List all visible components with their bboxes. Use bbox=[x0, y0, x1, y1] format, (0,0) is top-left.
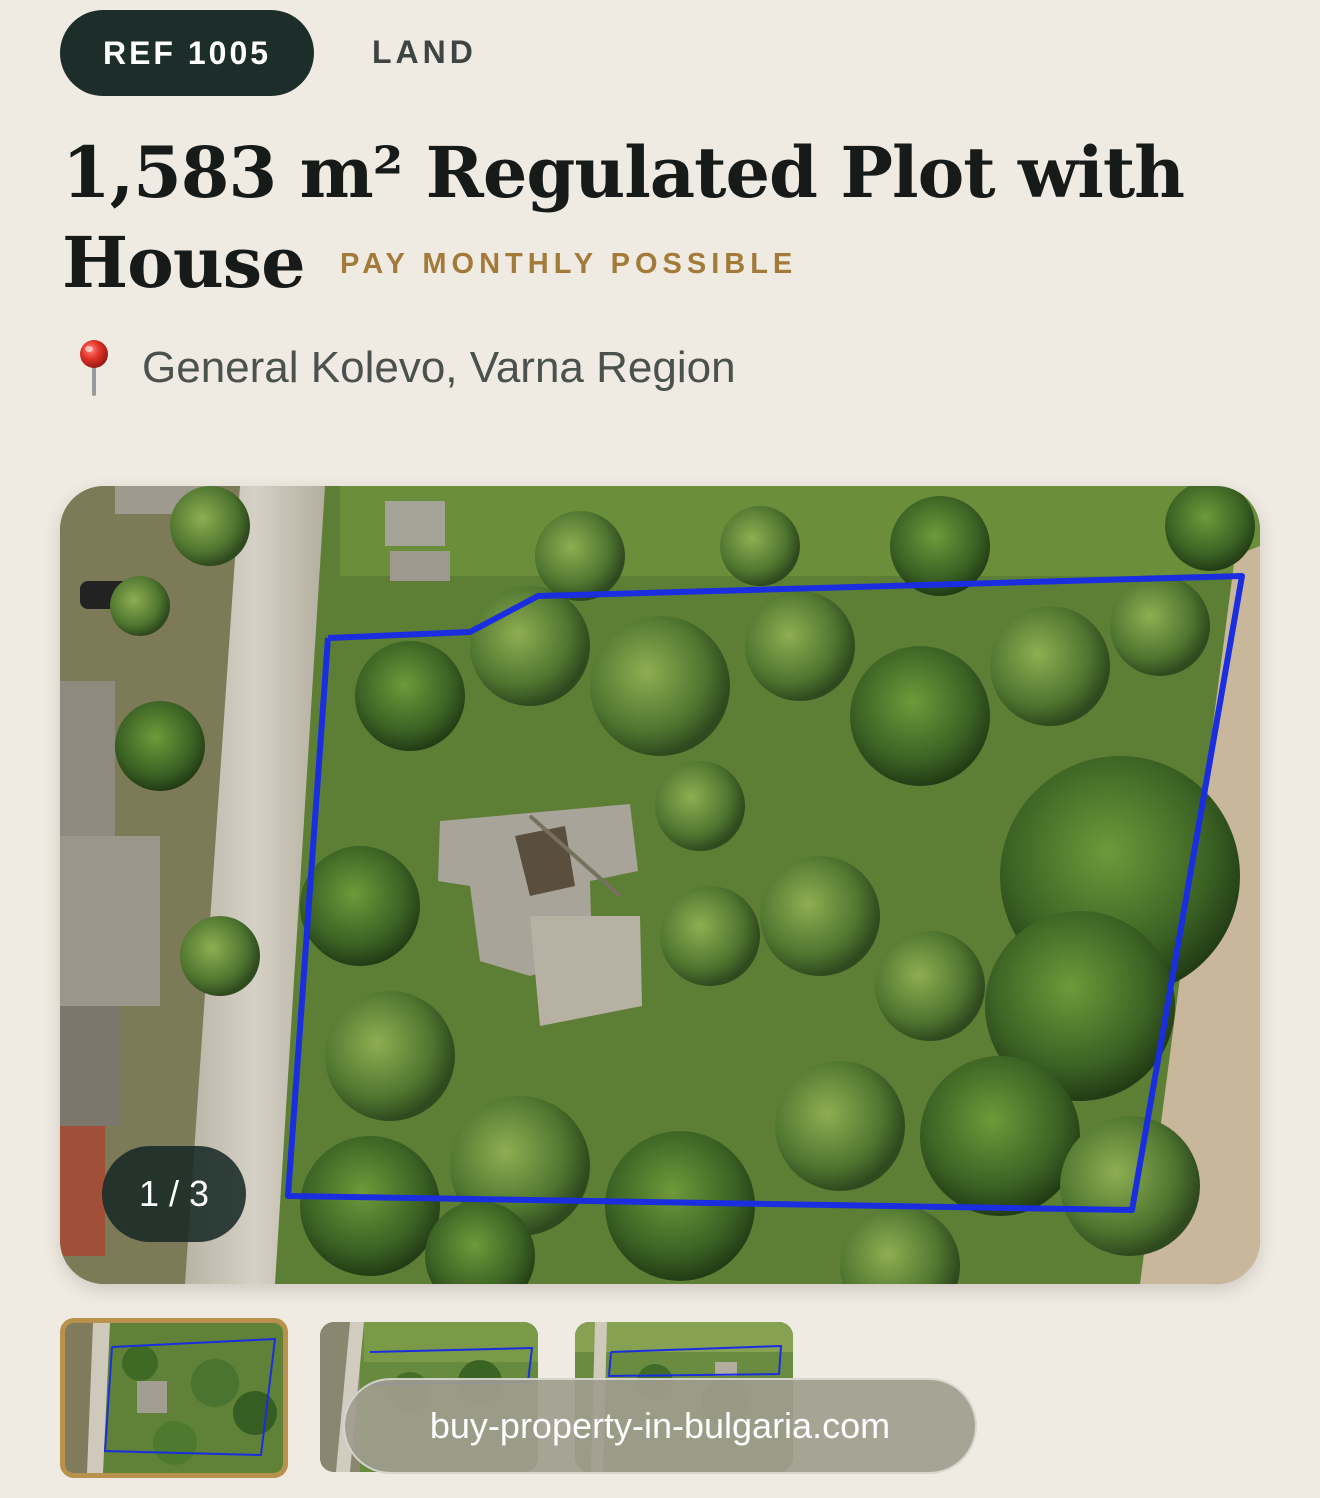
property-listing-page: REF 1005 LAND 1,583 m² Regulated Plot wi… bbox=[0, 0, 1320, 1498]
ref-label: REF 1005 bbox=[102, 34, 272, 71]
pay-monthly-badge: PAY MONTHLY POSSIBLE bbox=[340, 248, 798, 280]
pin-icon bbox=[80, 340, 108, 396]
thumbnail-1-image bbox=[65, 1323, 283, 1473]
watermark-text: buy-property-in-bulgaria.com bbox=[429, 1405, 891, 1446]
location-text: General Kolevo, Varna Region bbox=[142, 343, 736, 392]
category-label: LAND bbox=[372, 34, 477, 70]
main-photo[interactable] bbox=[60, 486, 1260, 1284]
image-counter: 1 / 3 bbox=[102, 1146, 246, 1242]
listing-title: 1,583 m² Regulated Plot with House PAY M… bbox=[62, 128, 1262, 309]
thumbnail-1[interactable] bbox=[60, 1318, 288, 1478]
site-watermark: buy-property-in-bulgaria.com bbox=[343, 1378, 977, 1474]
ref-badge: REF 1005 bbox=[60, 10, 314, 96]
aerial-photo-image bbox=[60, 486, 1260, 1284]
location-row: General Kolevo, Varna Region bbox=[68, 338, 736, 398]
